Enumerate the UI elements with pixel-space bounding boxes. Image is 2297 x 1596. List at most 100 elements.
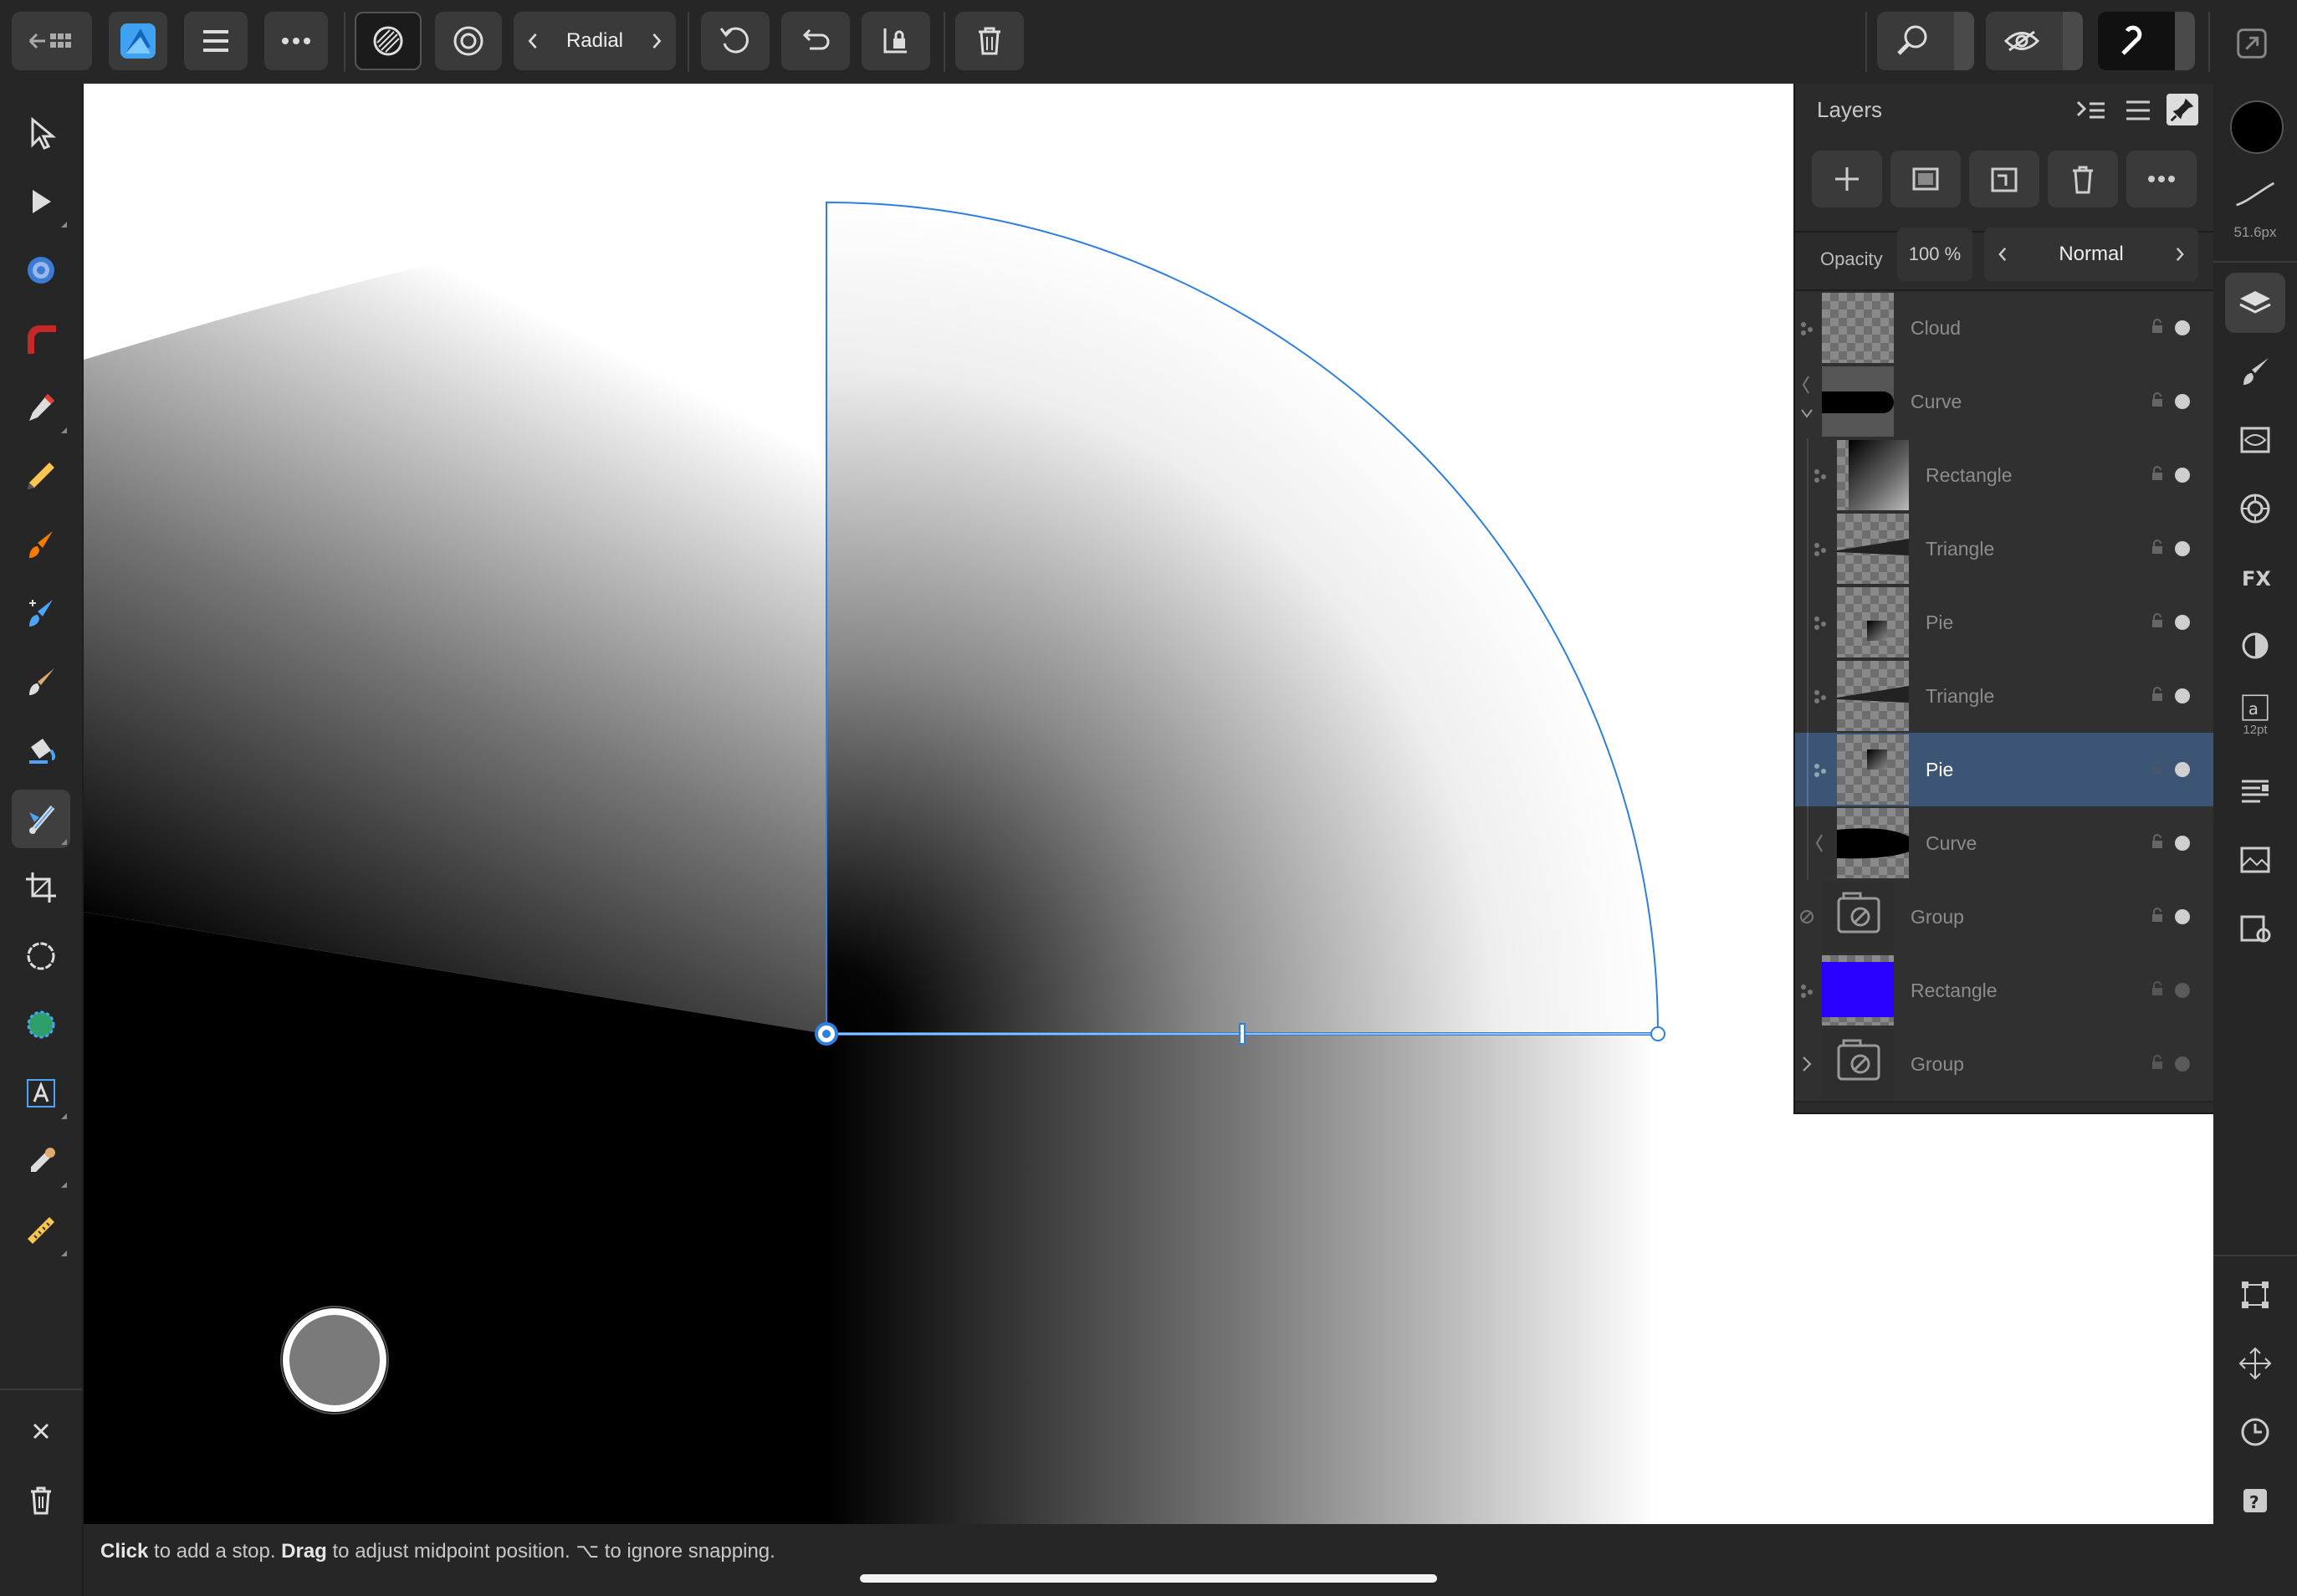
visibility-toggle[interactable] (2175, 688, 2190, 703)
persona-button[interactable] (109, 12, 167, 70)
more-button[interactable] (264, 12, 328, 70)
visibility-toggle[interactable] (2175, 909, 2190, 924)
node-tool[interactable] (12, 172, 70, 231)
place-tool[interactable] (12, 927, 70, 985)
visibility-toggle[interactable] (2175, 615, 2190, 630)
opacity-field[interactable]: 100 % (1897, 228, 1972, 281)
lock-icon[interactable] (2151, 392, 2163, 407)
adjustments-studio-button[interactable] (2225, 616, 2285, 676)
midpoint-handle[interactable] (1239, 1023, 1246, 1045)
layer-row[interactable]: Group (1795, 880, 2213, 955)
visibility-toggle[interactable] (2175, 836, 2190, 851)
add-mask-button[interactable] (1890, 151, 1961, 207)
layers-menu-button[interactable] (2121, 94, 2155, 127)
gradient-tool[interactable] (12, 790, 70, 848)
measure-tool[interactable] (12, 1201, 70, 1260)
paint-brush-tool[interactable] (12, 652, 70, 711)
next-arrow-icon[interactable] (2173, 243, 2187, 266)
view-tool[interactable] (12, 104, 70, 162)
shape-tool[interactable] (12, 241, 70, 299)
brush-stroke-icon[interactable] (2232, 177, 2279, 211)
expand-chevron-icon[interactable] (1795, 1027, 1819, 1101)
layer-row[interactable]: Triangle (1795, 659, 2213, 734)
stock-studio-button[interactable] (2225, 830, 2285, 890)
gradient-end-handle[interactable] (1650, 1026, 1665, 1041)
appearance-studio-button[interactable] (2225, 410, 2285, 470)
zoom-button[interactable] (1877, 12, 1974, 70)
navigator-studio-button[interactable] (2225, 1333, 2285, 1394)
curve-shape-tool[interactable] (12, 309, 70, 368)
visibility-toggle[interactable] (2175, 762, 2190, 777)
lock-icon[interactable] (2151, 466, 2163, 481)
lock-icon[interactable] (2151, 1055, 2163, 1070)
lock-icon[interactable] (2151, 540, 2163, 555)
lock-icon[interactable] (2151, 319, 2163, 334)
lock-icon[interactable] (2151, 687, 2163, 702)
back-to-documents-button[interactable] (12, 12, 92, 70)
pencil-tool[interactable] (12, 447, 70, 505)
help-button[interactable]: ? (2225, 1471, 2285, 1531)
visibility-toggle[interactable] (2175, 320, 2190, 335)
gradient-fill-button[interactable] (355, 12, 422, 70)
layer-row[interactable]: Rectangle (1795, 438, 2213, 514)
home-indicator[interactable] (860, 1574, 1437, 1583)
layer-row[interactable]: Cloud (1795, 291, 2213, 366)
snapping-button[interactable] (2098, 12, 2195, 70)
history-studio-button[interactable] (2225, 1402, 2285, 1462)
settings-studio-button[interactable] (2225, 898, 2285, 959)
color-picker-tool[interactable] (12, 1133, 70, 1191)
transform-studio-button[interactable] (2225, 1265, 2285, 1325)
radial-type-button[interactable] (435, 12, 502, 70)
modifier-puck[interactable] (283, 1308, 386, 1412)
cancel-button[interactable] (12, 1402, 70, 1460)
delete-stop-button[interactable] (955, 12, 1024, 70)
brushes-studio-button[interactable] (2225, 341, 2285, 402)
prev-arrow-icon[interactable] (1996, 243, 2009, 266)
vector-brush-tool[interactable] (12, 515, 70, 574)
expand-button[interactable] (2233, 25, 2270, 62)
prev-arrow-icon[interactable] (525, 29, 540, 53)
add-layer-button[interactable] (1812, 151, 1882, 207)
reverse-stops-button[interactable] (781, 12, 850, 70)
color-swatch[interactable] (2230, 100, 2284, 154)
lock-icon[interactable] (2151, 613, 2163, 628)
gradient-type-selector[interactable]: Radial (514, 12, 676, 70)
layer-row-selected[interactable]: Pie (1795, 733, 2213, 808)
visibility-toggle[interactable] (2175, 541, 2190, 556)
layer-row[interactable]: Triangle (1795, 512, 2213, 587)
layer-more-button[interactable] (2126, 151, 2197, 207)
layers-options-button[interactable] (2074, 94, 2108, 127)
pin-panel-button[interactable] (2167, 94, 2198, 125)
crop-tool[interactable] (12, 858, 70, 917)
layer-row[interactable]: Group (1795, 1027, 2213, 1102)
duplicate-layer-button[interactable] (1969, 151, 2039, 207)
fill-tool[interactable] (12, 721, 70, 780)
lock-stop-button[interactable] (862, 12, 930, 70)
text-studio-button[interactable]: a 12pt (2225, 684, 2285, 744)
layer-row[interactable]: Curve (1795, 806, 2213, 882)
color-studio-button[interactable] (2225, 478, 2285, 539)
delete-layer-button[interactable] (2048, 151, 2118, 207)
pen-tool[interactable] (12, 378, 70, 437)
fill-brush-tool[interactable] (12, 584, 70, 642)
lock-icon[interactable] (2151, 908, 2163, 923)
paragraph-studio-button[interactable] (2225, 761, 2285, 821)
visibility-toggle[interactable] (2175, 1056, 2190, 1072)
layer-row[interactable]: Curve (1795, 365, 2213, 440)
lock-icon[interactable] (2151, 760, 2163, 775)
transparency-tool[interactable] (12, 995, 70, 1054)
visibility-toggle[interactable] (2175, 394, 2190, 409)
view-mode-button[interactable] (1986, 12, 2083, 70)
lock-icon[interactable] (2151, 834, 2163, 849)
layer-row[interactable]: Rectangle (1795, 954, 2213, 1029)
layers-studio-button[interactable] (2225, 273, 2285, 333)
visibility-toggle[interactable] (2175, 983, 2190, 998)
trash-button[interactable] (12, 1471, 70, 1529)
visibility-toggle[interactable] (2175, 468, 2190, 483)
effects-studio-button[interactable]: FX (2225, 547, 2285, 607)
artistic-text-tool[interactable] (12, 1064, 70, 1123)
blend-mode-selector[interactable]: Normal (1984, 228, 2198, 281)
menu-button[interactable] (184, 12, 248, 70)
lock-icon[interactable] (2151, 981, 2163, 996)
next-arrow-icon[interactable] (649, 29, 664, 53)
